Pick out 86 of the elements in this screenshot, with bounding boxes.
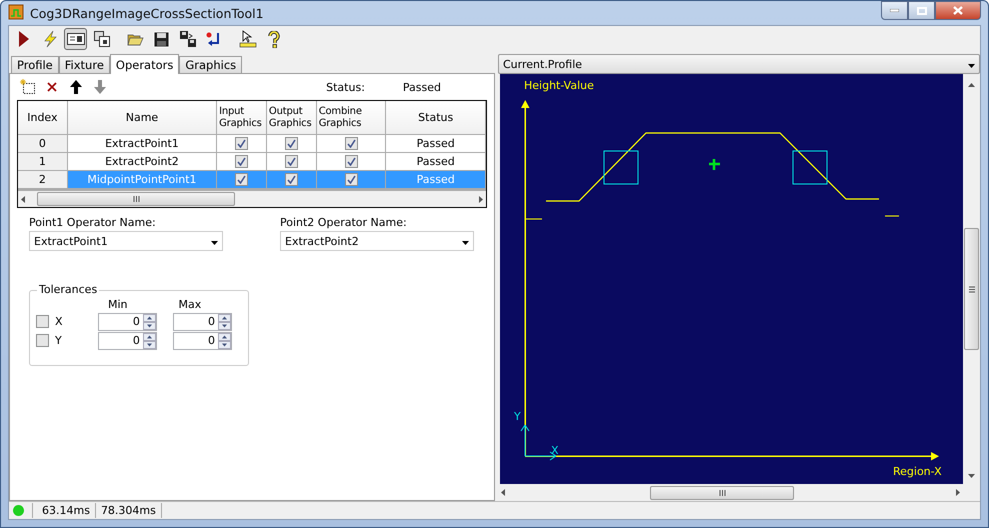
- tab[interactable]: Operators: [110, 54, 180, 74]
- spin-buttons-icon[interactable]: [142, 332, 156, 348]
- dropdown-value: ExtractPoint1: [34, 234, 108, 248]
- window-title: Cog3DRangeImageCrossSectionTool1: [30, 6, 265, 20]
- spin-buttons-icon[interactable]: [218, 314, 231, 330]
- minimize-icon[interactable]: [890, 9, 899, 12]
- table-cell[interactable]: Passed: [386, 153, 486, 171]
- checkbox[interactable]: [235, 155, 248, 168]
- tab[interactable]: Graphics: [179, 56, 242, 73]
- axis-label: Height-Value: [524, 79, 594, 92]
- dropdown-value: ExtractPoint2: [285, 234, 359, 248]
- checkbox[interactable]: [36, 334, 49, 347]
- scroll-thumb[interactable]: [37, 192, 235, 206]
- dropdown[interactable]: ExtractPoint2: [280, 231, 474, 251]
- question-mark-icon[interactable]: [268, 30, 280, 48]
- midpoint-cross-icon: [708, 158, 722, 172]
- return-arrow-icon[interactable]: [206, 31, 222, 47]
- spin-buttons-icon[interactable]: [218, 332, 231, 348]
- status-value: Passed: [402, 80, 441, 94]
- column-header[interactable]: Combine Graphics: [316, 101, 386, 135]
- scroll-right-icon[interactable]: [956, 486, 960, 499]
- number-field[interactable]: 0: [98, 332, 157, 350]
- number-field[interactable]: 0: [172, 312, 232, 330]
- display-window-icon[interactable]: [66, 32, 84, 46]
- up-arrow-button[interactable]: [68, 79, 84, 95]
- group-title: Tolerances: [37, 283, 100, 296]
- play-icon[interactable]: [18, 30, 30, 48]
- checkbox[interactable]: [344, 137, 358, 150]
- dropdown[interactable]: ExtractPoint1: [29, 231, 223, 251]
- table-cell[interactable]: Passed: [386, 135, 486, 153]
- checkbox-label: Y: [55, 334, 62, 347]
- checkbox[interactable]: [284, 155, 298, 168]
- column-header[interactable]: Index: [18, 101, 68, 135]
- tab[interactable]: Profile: [11, 56, 59, 73]
- row-header[interactable]: 2: [18, 171, 68, 189]
- checkbox[interactable]: [235, 137, 248, 150]
- dropdown-value: Current.Profile: [503, 58, 582, 70]
- table-cell[interactable]: ExtractPoint1: [68, 135, 218, 153]
- column-label: Min: [108, 298, 128, 312]
- scroll-left-icon[interactable]: [501, 486, 505, 499]
- axis-label: Region-X: [893, 465, 942, 478]
- display-window-button[interactable]: [64, 28, 87, 50]
- origin-label: X: [551, 444, 559, 457]
- row-header[interactable]: 1: [18, 153, 68, 171]
- windows-icon[interactable]: [94, 31, 110, 47]
- new-item-button[interactable]: [20, 79, 36, 95]
- column-header[interactable]: Output Graphics: [266, 101, 317, 135]
- origin-axes-icon: [520, 424, 556, 460]
- row-header[interactable]: 0: [18, 135, 68, 153]
- horizontal-scrollbar[interactable]: [498, 484, 963, 501]
- status-label: Status:: [326, 80, 365, 94]
- number-field[interactable]: 0: [98, 312, 157, 330]
- tab[interactable]: Fixture: [58, 56, 110, 73]
- timing-text: 78.304ms: [94, 503, 161, 518]
- column-header[interactable]: Input Graphics: [217, 101, 267, 135]
- spin-buttons-icon[interactable]: [142, 314, 156, 330]
- column-label: Max: [178, 298, 202, 312]
- region-box: [792, 150, 828, 184]
- lightning-icon[interactable]: [42, 30, 56, 48]
- checkbox-label: X: [55, 315, 63, 328]
- horizontal-scrollbar[interactable]: [18, 191, 486, 207]
- checkbox[interactable]: [284, 173, 298, 186]
- field-label: Point1 Operator Name:: [29, 216, 157, 229]
- checkbox[interactable]: [344, 173, 358, 186]
- close-icon[interactable]: [953, 6, 963, 15]
- checkbox[interactable]: [344, 155, 358, 168]
- checkbox[interactable]: [284, 137, 298, 150]
- timing-text: 63.14ms: [32, 503, 95, 518]
- checkbox[interactable]: [235, 173, 248, 186]
- close-button[interactable]: [935, 1, 981, 20]
- origin-label: Y: [514, 410, 521, 423]
- table-cell[interactable]: ExtractPoint2: [68, 153, 218, 171]
- scroll-thumb[interactable]: [650, 486, 794, 500]
- column-header[interactable]: Name: [68, 101, 218, 135]
- dropdown[interactable]: Current.Profile: [498, 54, 980, 74]
- minimize-button[interactable]: [881, 1, 908, 20]
- field-label: Point2 Operator Name:: [280, 216, 408, 229]
- column-header[interactable]: Status: [386, 101, 486, 135]
- floppy-disks-icon[interactable]: [180, 31, 196, 47]
- number-field[interactable]: 0: [172, 332, 232, 350]
- checkbox[interactable]: [36, 315, 49, 328]
- folder-icon[interactable]: [127, 32, 144, 46]
- scroll-thumb[interactable]: [964, 228, 979, 350]
- region-box: [604, 150, 638, 184]
- maximize-button[interactable]: [908, 1, 935, 20]
- app-icon: [8, 4, 24, 22]
